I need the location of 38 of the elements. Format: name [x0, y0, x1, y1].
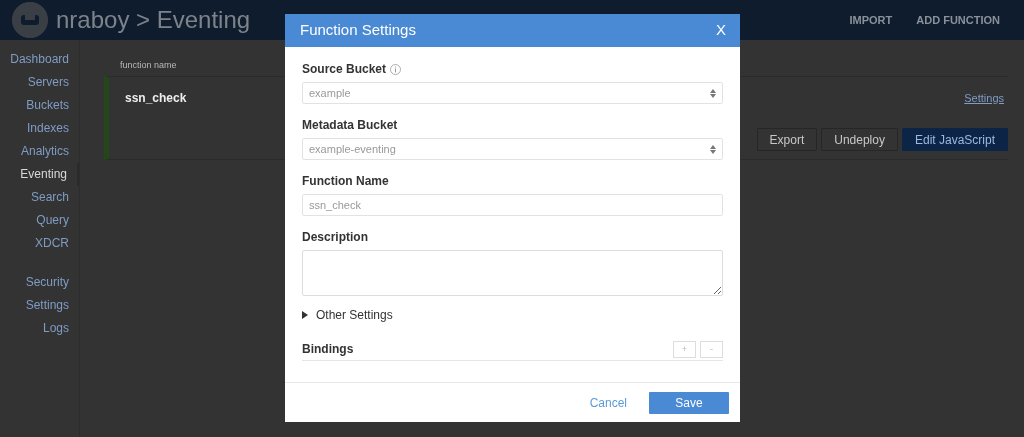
- close-button[interactable]: X: [716, 19, 726, 42]
- action-button[interactable]: Export: [756, 128, 818, 151]
- select-field[interactable]: example: [302, 82, 723, 104]
- sidebar-item[interactable]: Eventing: [0, 163, 79, 186]
- save-button[interactable]: Save: [649, 391, 729, 414]
- updown-icon: [710, 144, 716, 154]
- sidebar-item[interactable]: Buckets: [0, 94, 79, 117]
- sidebar-item[interactable]: Query: [0, 209, 79, 232]
- sidebar-item[interactable]: Dashboard: [0, 48, 79, 71]
- caret-right-icon[interactable]: [302, 311, 308, 319]
- section-label: Bindings: [302, 341, 354, 358]
- sidebar-item[interactable]: Servers: [0, 71, 79, 94]
- settings-link[interactable]: Settings: [964, 89, 1004, 107]
- updown-icon: [710, 88, 716, 98]
- field-label: Description: [302, 229, 368, 246]
- sidebar-item[interactable]: XDCR: [0, 232, 79, 255]
- textarea-field[interactable]: [302, 250, 723, 296]
- dialog-title: Function Settings: [300, 20, 416, 41]
- text-input[interactable]: ssn_check: [302, 194, 723, 216]
- field-label: Source Bucket: [302, 61, 387, 78]
- select-field[interactable]: example-eventing: [302, 138, 723, 160]
- sidebar-item[interactable]: Logs: [0, 317, 79, 340]
- field-label: Metadata Bucket: [302, 117, 398, 134]
- breadcrumb: nraboy > Eventing: [56, 5, 251, 35]
- function-name: ssn_check: [125, 90, 187, 107]
- action-button[interactable]: Undeploy: [821, 128, 898, 151]
- section-toggle[interactable]: Other Settings: [316, 306, 393, 324]
- cancel-button[interactable]: Cancel: [583, 392, 633, 413]
- field-label: Function Name: [302, 173, 389, 190]
- edit-button[interactable]: Edit JavaScript: [901, 128, 1008, 151]
- sidebar-item[interactable]: Security: [0, 271, 79, 294]
- sidebar-item[interactable]: Settings: [0, 294, 79, 317]
- sidebar-item[interactable]: Search: [0, 186, 79, 209]
- header-link[interactable]: IMPORT: [849, 11, 893, 29]
- header-link[interactable]: ADD FUNCTION: [916, 11, 1000, 29]
- sidebar-item[interactable]: Analytics: [0, 140, 79, 163]
- column-header: function name: [120, 59, 177, 73]
- sidebar-item[interactable]: Indexes: [0, 117, 79, 140]
